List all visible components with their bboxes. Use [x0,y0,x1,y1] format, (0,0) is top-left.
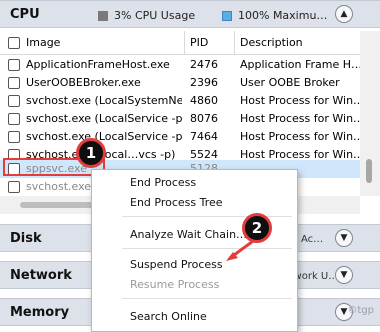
column-header-pid[interactable]: PID [190,36,208,49]
pid-cell: 2396 [190,76,218,89]
step-2-badge: 2 [242,213,272,243]
expand-chevron-icon[interactable]: ▼ [335,266,353,284]
end-process-tree-menu-item[interactable]: End Process Tree [130,196,223,209]
image-cell: UserOOBEBroker.exe [26,76,141,89]
max-frequency-swatch-icon [222,10,232,21]
description-cell: Host Process for Win… [240,94,360,107]
suspend-process-menu-item[interactable]: Suspend Process [130,258,223,271]
pid-cell: 4860 [190,94,218,107]
cpu-section-header[interactable]: CPU 3% CPU Usage 100% Maximu… ▲ [0,0,380,28]
description-cell: User OOBE Broker [240,76,340,89]
description-cell: Host Process for Win… [240,112,360,125]
menu-separator [122,298,292,299]
row-checkbox[interactable] [8,95,20,107]
image-cell: svchost.exe (LocalService -p) [26,130,182,143]
collapse-chevron-icon[interactable]: ▲ [335,5,353,23]
expand-chevron-icon[interactable]: ▼ [335,229,353,247]
disk-activity-label: Ac… [301,234,324,245]
vertical-scrollbar[interactable] [360,31,380,196]
table-row[interactable]: svchost.exe (LocalService -p) 8076 Host … [0,110,360,128]
resume-process-menu-item: Resume Process [130,278,220,291]
select-all-checkbox[interactable] [8,37,20,49]
table-header: Image PID Description [0,31,360,55]
disk-title: Disk [10,231,42,246]
pid-cell: 2476 [190,58,218,71]
network-title: Network [10,268,72,283]
description-cell: Application Frame H… [240,58,360,71]
cpu-max-label: 100% Maximu… [238,9,328,22]
watermark: ©tgp [347,305,374,316]
row-checkbox[interactable] [8,113,20,125]
pid-cell: 7464 [190,130,218,143]
cpu-usage-indicator: 3% CPU Usage [98,9,195,22]
row-checkbox[interactable] [8,77,20,89]
pid-cell: 8076 [190,112,218,125]
scrollbar-thumb[interactable] [366,159,372,183]
column-header-image[interactable]: Image [26,36,60,49]
row-checkbox[interactable] [8,181,20,193]
row-checkbox[interactable] [8,59,20,71]
cpu-usage-label: 3% CPU Usage [114,9,196,22]
search-online-menu-item[interactable]: Search Online [130,310,207,323]
table-row[interactable]: UserOOBEBroker.exe 2396 User OOBE Broker [0,74,360,92]
image-cell: ApplicationFrameHost.exe [26,58,170,71]
cpu-title: CPU [10,7,40,22]
memory-title: Memory [10,305,70,320]
table-row[interactable]: svchost.exe (LocalService -p) 7464 Host … [0,128,360,146]
column-header-description[interactable]: Description [240,36,303,49]
image-cell: svchost.exe (LocalSystemNet… [26,94,182,107]
column-divider[interactable] [234,31,235,55]
end-process-menu-item[interactable]: End Process [130,176,196,189]
image-cell: svchost.exe (LocalService -p) [26,112,182,125]
table-row[interactable]: svchost.exe (LocalSystemNet… 4860 Host P… [0,92,360,110]
description-cell: Host Process for Win… [240,130,360,143]
table-row[interactable]: ApplicationFrameHost.exe 2476 Applicatio… [0,56,360,74]
row-checkbox[interactable] [8,131,20,143]
cpu-max-indicator: 100% Maximu… [222,9,327,22]
usage-swatch-icon [98,10,108,21]
step-1-badge: 1 [76,138,106,168]
column-divider[interactable] [184,31,185,55]
